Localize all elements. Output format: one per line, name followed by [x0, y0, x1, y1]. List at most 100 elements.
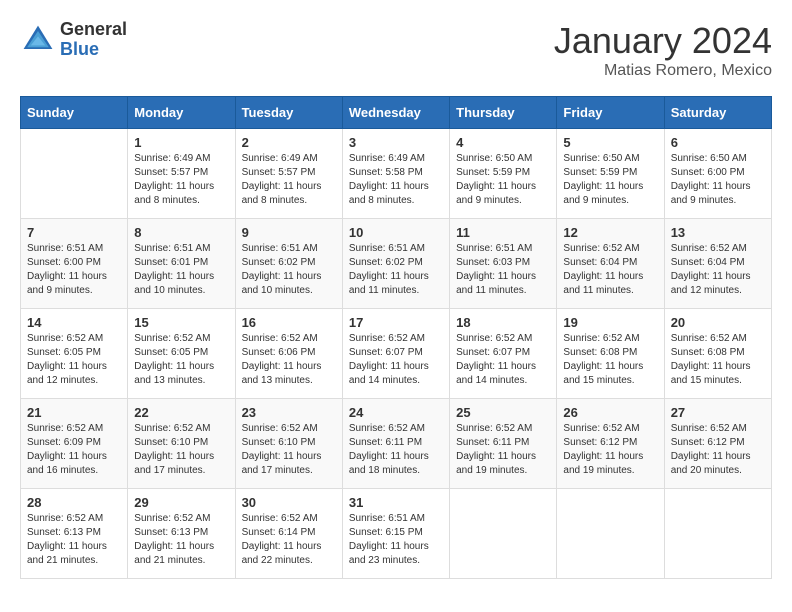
- calendar-cell: 13 Sunrise: 6:52 AMSunset: 6:04 PMDayligh…: [664, 219, 771, 309]
- header-day-thursday: Thursday: [450, 97, 557, 129]
- day-info: Sunrise: 6:49 AMSunset: 5:57 PMDaylight:…: [134, 152, 228, 208]
- calendar-cell: 10Sunrise: 6:51 AMSunset: 6:02 PMDayligh…: [342, 219, 449, 309]
- header-row: SundayMondayTuesdayWednesdayThursdayFrid…: [21, 97, 772, 129]
- day-info: Sunrise: 6:51 AMSunset: 6:00 PMDaylight:…: [27, 242, 121, 298]
- day-info: Sunrise: 6:52 AMSunset: 6:08 PMDaylight:…: [671, 332, 765, 388]
- calendar-cell: 8 Sunrise: 6:51 AMSunset: 6:01 PMDaylight…: [128, 219, 235, 309]
- day-info: Sunrise: 6:52 AMSunset: 6:08 PMDaylight:…: [563, 332, 657, 388]
- day-info: Sunrise: 6:52 AMSunset: 6:07 PMDaylight:…: [349, 332, 443, 388]
- header-day-wednesday: Wednesday: [342, 97, 449, 129]
- day-number: 25: [456, 405, 550, 420]
- logo-blue-text: Blue: [60, 40, 127, 60]
- day-number: 17: [349, 315, 443, 330]
- calendar-cell: 27 Sunrise: 6:52 AMSunset: 6:12 PMDayligh…: [664, 399, 771, 489]
- calendar-cell: 18Sunrise: 6:52 AMSunset: 6:07 PMDayligh…: [450, 309, 557, 399]
- page-header: General Blue January 2024 Matias Romero,…: [20, 20, 772, 80]
- day-info: Sunrise: 6:52 AMSunset: 6:09 PMDaylight:…: [27, 422, 121, 478]
- calendar-cell: 30 Sunrise: 6:52 AMSunset: 6:14 PMDayligh…: [235, 489, 342, 579]
- day-info: Sunrise: 6:52 AMSunset: 6:14 PMDaylight:…: [242, 512, 336, 568]
- calendar-cell: [450, 489, 557, 579]
- day-number: 30: [242, 495, 336, 510]
- calendar-cell: 7Sunrise: 6:51 AMSunset: 6:00 PMDaylight…: [21, 219, 128, 309]
- day-number: 24: [349, 405, 443, 420]
- calendar-cell: 1Sunrise: 6:49 AMSunset: 5:57 PMDaylight…: [128, 129, 235, 219]
- day-number: 12: [563, 225, 657, 240]
- calendar-cell: 24 Sunrise: 6:52 AMSunset: 6:11 PMDayligh…: [342, 399, 449, 489]
- day-info: Sunrise: 6:52 AMSunset: 6:11 PMDaylight:…: [349, 422, 443, 478]
- day-info: Sunrise: 6:52 AMSunset: 6:07 PMDaylight:…: [456, 332, 550, 388]
- calendar-cell: 12 Sunrise: 6:52 AMSunset: 6:04 PMDayligh…: [557, 219, 664, 309]
- calendar-cell: 25 Sunrise: 6:52 AMSunset: 6:11 PMDayligh…: [450, 399, 557, 489]
- day-number: 13: [671, 225, 765, 240]
- day-number: 6: [671, 135, 765, 150]
- calendar-cell: 9 Sunrise: 6:51 AMSunset: 6:02 PMDaylight…: [235, 219, 342, 309]
- title-section: January 2024 Matias Romero, Mexico: [554, 20, 772, 80]
- calendar-cell: 29Sunrise: 6:52 AMSunset: 6:13 PMDayligh…: [128, 489, 235, 579]
- day-number: 20: [671, 315, 765, 330]
- day-info: Sunrise: 6:49 AMSunset: 5:57 PMDaylight:…: [242, 152, 336, 208]
- header-day-friday: Friday: [557, 97, 664, 129]
- week-row-2: 7Sunrise: 6:51 AMSunset: 6:00 PMDaylight…: [21, 219, 772, 309]
- day-info: Sunrise: 6:50 AMSunset: 5:59 PMDaylight:…: [456, 152, 550, 208]
- calendar-cell: 11 Sunrise: 6:51 AMSunset: 6:03 PMDayligh…: [450, 219, 557, 309]
- calendar-cell: 5 Sunrise: 6:50 AMSunset: 5:59 PMDaylight…: [557, 129, 664, 219]
- day-number: 5: [563, 135, 657, 150]
- day-info: Sunrise: 6:51 AMSunset: 6:03 PMDaylight:…: [456, 242, 550, 298]
- day-info: Sunrise: 6:52 AMSunset: 6:11 PMDaylight:…: [456, 422, 550, 478]
- day-info: Sunrise: 6:52 AMSunset: 6:12 PMDaylight:…: [671, 422, 765, 478]
- calendar-cell: [21, 129, 128, 219]
- logo: General Blue: [20, 20, 127, 60]
- day-number: 28: [27, 495, 121, 510]
- month-title: January 2024: [554, 20, 772, 62]
- day-info: Sunrise: 6:50 AMSunset: 5:59 PMDaylight:…: [563, 152, 657, 208]
- day-info: Sunrise: 6:52 AMSunset: 6:05 PMDaylight:…: [27, 332, 121, 388]
- day-info: Sunrise: 6:52 AMSunset: 6:10 PMDaylight:…: [134, 422, 228, 478]
- day-number: 9: [242, 225, 336, 240]
- day-number: 31: [349, 495, 443, 510]
- week-row-3: 14 Sunrise: 6:52 AMSunset: 6:05 PMDayligh…: [21, 309, 772, 399]
- day-number: 22: [134, 405, 228, 420]
- day-info: Sunrise: 6:52 AMSunset: 6:04 PMDaylight:…: [671, 242, 765, 298]
- calendar-cell: [557, 489, 664, 579]
- calendar-cell: 14 Sunrise: 6:52 AMSunset: 6:05 PMDayligh…: [21, 309, 128, 399]
- day-number: 8: [134, 225, 228, 240]
- calendar-cell: 31 Sunrise: 6:51 AMSunset: 6:15 PMDayligh…: [342, 489, 449, 579]
- calendar-cell: 28Sunrise: 6:52 AMSunset: 6:13 PMDayligh…: [21, 489, 128, 579]
- day-number: 29: [134, 495, 228, 510]
- day-info: Sunrise: 6:52 AMSunset: 6:04 PMDaylight:…: [563, 242, 657, 298]
- week-row-1: 1Sunrise: 6:49 AMSunset: 5:57 PMDaylight…: [21, 129, 772, 219]
- header-day-sunday: Sunday: [21, 97, 128, 129]
- calendar-cell: 20 Sunrise: 6:52 AMSunset: 6:08 PMDayligh…: [664, 309, 771, 399]
- day-info: Sunrise: 6:49 AMSunset: 5:58 PMDaylight:…: [349, 152, 443, 208]
- day-number: 21: [27, 405, 121, 420]
- day-info: Sunrise: 6:52 AMSunset: 6:06 PMDaylight:…: [242, 332, 336, 388]
- calendar-cell: 3 Sunrise: 6:49 AMSunset: 5:58 PMDaylight…: [342, 129, 449, 219]
- day-number: 14: [27, 315, 121, 330]
- day-info: Sunrise: 6:51 AMSunset: 6:15 PMDaylight:…: [349, 512, 443, 568]
- day-number: 27: [671, 405, 765, 420]
- day-number: 4: [456, 135, 550, 150]
- day-number: 15: [134, 315, 228, 330]
- calendar-cell: 6Sunrise: 6:50 AMSunset: 6:00 PMDaylight…: [664, 129, 771, 219]
- day-info: Sunrise: 6:51 AMSunset: 6:02 PMDaylight:…: [349, 242, 443, 298]
- calendar-cell: 23Sunrise: 6:52 AMSunset: 6:10 PMDayligh…: [235, 399, 342, 489]
- calendar-table: SundayMondayTuesdayWednesdayThursdayFrid…: [20, 96, 772, 579]
- day-number: 23: [242, 405, 336, 420]
- day-info: Sunrise: 6:51 AMSunset: 6:02 PMDaylight:…: [242, 242, 336, 298]
- day-info: Sunrise: 6:52 AMSunset: 6:12 PMDaylight:…: [563, 422, 657, 478]
- day-number: 3: [349, 135, 443, 150]
- calendar-cell: 21 Sunrise: 6:52 AMSunset: 6:09 PMDayligh…: [21, 399, 128, 489]
- week-row-4: 21 Sunrise: 6:52 AMSunset: 6:09 PMDayligh…: [21, 399, 772, 489]
- day-number: 26: [563, 405, 657, 420]
- logo-general-text: General: [60, 20, 127, 40]
- day-info: Sunrise: 6:51 AMSunset: 6:01 PMDaylight:…: [134, 242, 228, 298]
- calendar-cell: 19Sunrise: 6:52 AMSunset: 6:08 PMDayligh…: [557, 309, 664, 399]
- calendar-cell: 2Sunrise: 6:49 AMSunset: 5:57 PMDaylight…: [235, 129, 342, 219]
- day-number: 11: [456, 225, 550, 240]
- calendar-cell: 4 Sunrise: 6:50 AMSunset: 5:59 PMDaylight…: [450, 129, 557, 219]
- header-day-saturday: Saturday: [664, 97, 771, 129]
- logo-text: General Blue: [60, 20, 127, 60]
- calendar-cell: 15Sunrise: 6:52 AMSunset: 6:05 PMDayligh…: [128, 309, 235, 399]
- location: Matias Romero, Mexico: [554, 62, 772, 80]
- calendar-cell: 16Sunrise: 6:52 AMSunset: 6:06 PMDayligh…: [235, 309, 342, 399]
